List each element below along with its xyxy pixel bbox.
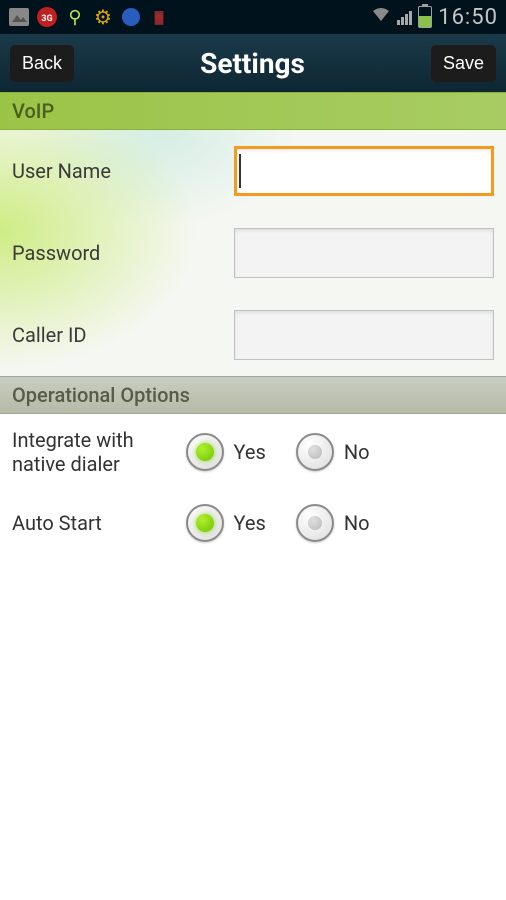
username-label: User Name	[12, 159, 234, 183]
options-section-body: Integrate with native dialer Yes No Auto…	[0, 414, 506, 556]
radio-no-label: No	[344, 440, 370, 464]
autostart-yes-radio[interactable]: Yes	[186, 504, 266, 542]
autostart-radio-group: Yes No	[186, 504, 370, 542]
radio-icon	[186, 504, 224, 542]
autostart-row: Auto Start Yes No	[0, 490, 506, 556]
callerid-row: Caller ID	[0, 294, 506, 376]
radio-selected-dot	[196, 514, 214, 532]
username-input[interactable]	[234, 146, 494, 196]
callerid-label: Caller ID	[12, 323, 234, 347]
radio-yes-label: Yes	[234, 511, 266, 535]
3g-icon: 3G	[36, 6, 58, 28]
back-button[interactable]: Back	[10, 45, 74, 82]
radio-no-label: No	[344, 511, 370, 535]
status-left-tray: 3G ⚲ ⚙ ▓	[8, 6, 170, 28]
text-cursor-icon	[239, 154, 241, 188]
status-right-tray: 16:50	[371, 5, 498, 30]
radio-unselected-dot	[308, 516, 322, 530]
save-button[interactable]: Save	[431, 45, 496, 82]
password-row: Password	[0, 212, 506, 294]
gallery-icon	[8, 6, 30, 28]
page-title: Settings	[74, 47, 431, 80]
wifi-icon	[371, 7, 391, 27]
svg-text:3G: 3G	[41, 14, 52, 24]
callerid-input[interactable]	[234, 310, 494, 360]
status-time: 16:50	[438, 5, 498, 30]
integrate-yes-radio[interactable]: Yes	[186, 433, 266, 471]
radio-selected-dot	[196, 443, 214, 461]
battery-icon	[418, 6, 432, 28]
voip-section-header: VoIP	[0, 92, 506, 130]
app-icon-3: ▓	[148, 6, 170, 28]
options-section-header: Operational Options	[0, 376, 506, 414]
password-label: Password	[12, 241, 234, 265]
radio-icon	[296, 504, 334, 542]
voip-section-body: User Name Password Caller ID	[0, 130, 506, 376]
integrate-row: Integrate with native dialer Yes No	[0, 414, 506, 490]
app-icon-2	[120, 6, 142, 28]
radio-icon	[186, 433, 224, 471]
integrate-label: Integrate with native dialer	[12, 428, 186, 476]
integrate-no-radio[interactable]: No	[296, 433, 370, 471]
app-icon-1: ⚲	[64, 6, 86, 28]
app-header: Back Settings Save	[0, 34, 506, 92]
integrate-radio-group: Yes No	[186, 433, 370, 471]
radio-yes-label: Yes	[234, 440, 266, 464]
radio-icon	[296, 433, 334, 471]
status-bar: 3G ⚲ ⚙ ▓ 16:50	[0, 0, 506, 34]
password-input[interactable]	[234, 228, 494, 278]
gear-icon: ⚙	[92, 6, 114, 28]
autostart-no-radio[interactable]: No	[296, 504, 370, 542]
username-row: User Name	[0, 130, 506, 212]
autostart-label: Auto Start	[12, 511, 186, 535]
radio-unselected-dot	[308, 445, 322, 459]
signal-icon	[397, 9, 412, 25]
